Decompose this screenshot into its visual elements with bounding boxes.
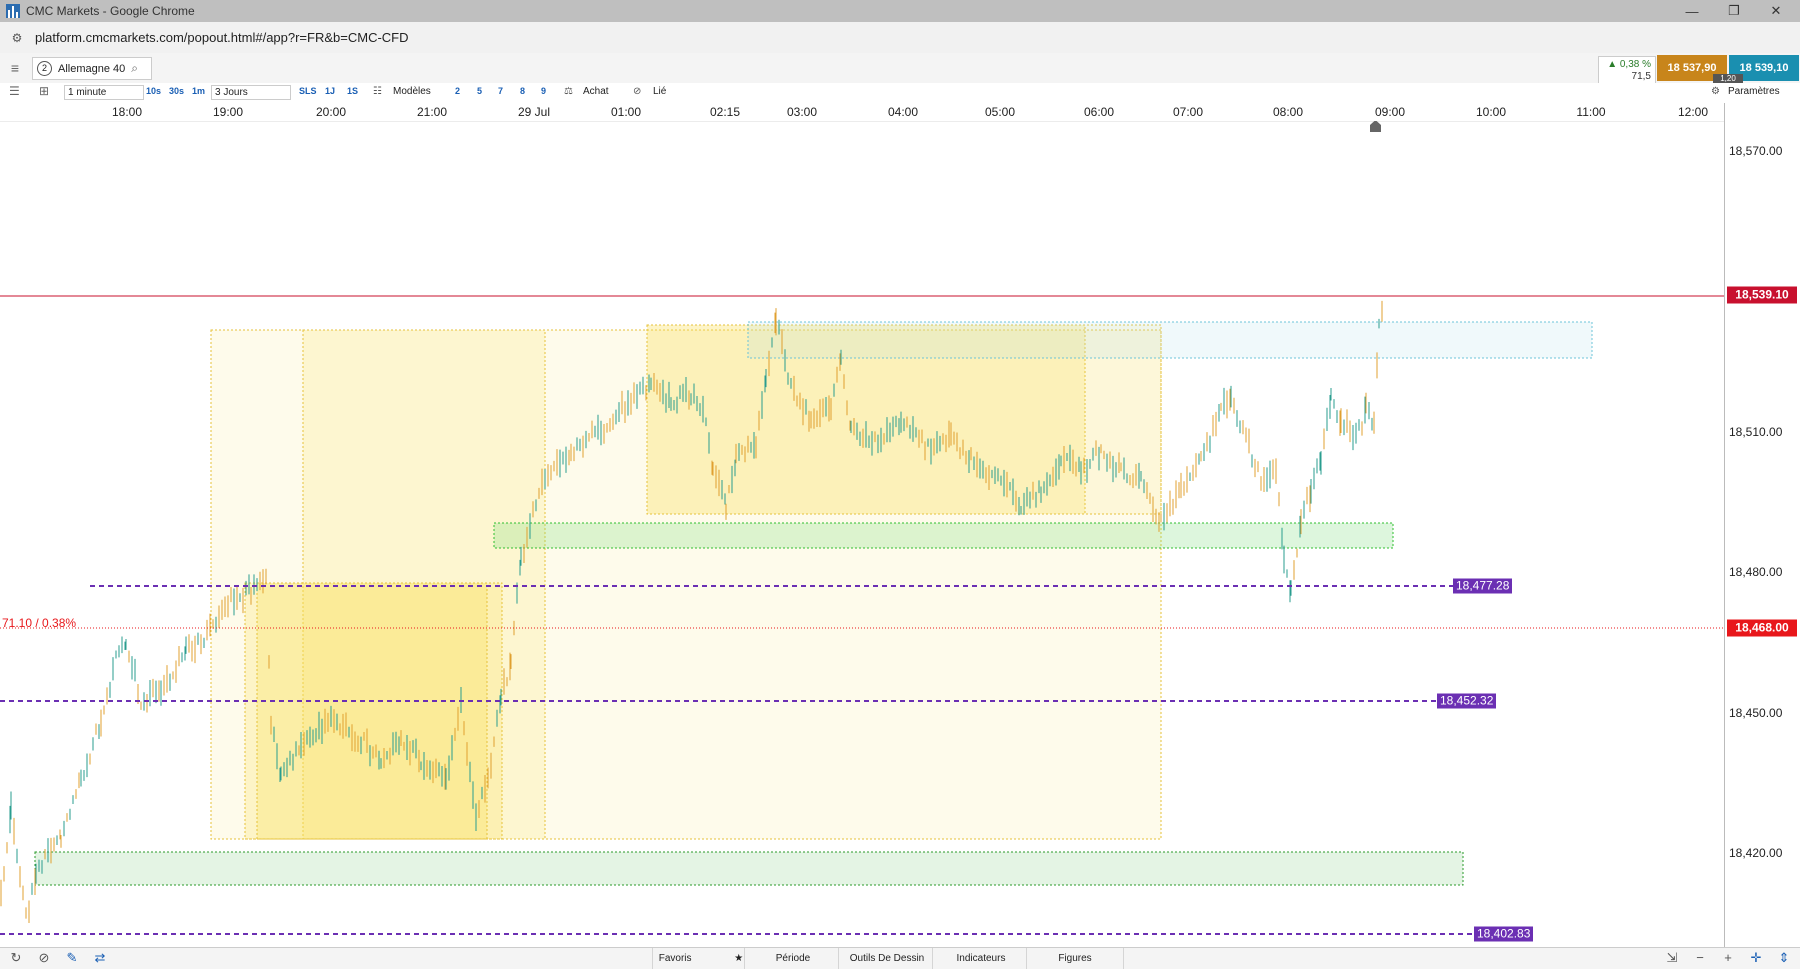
time-label: 01:00: [610, 105, 642, 119]
refresh-icon[interactable]: ↻: [8, 950, 24, 966]
crosshair-icon[interactable]: ✛: [1748, 950, 1764, 966]
list-icon[interactable]: ☰: [9, 84, 20, 98]
preset-7-button[interactable]: 7: [498, 86, 503, 96]
time-label: 10:00: [1475, 105, 1507, 119]
link-icon[interactable]: ⊘: [633, 86, 641, 97]
time-label: 09:00: [1374, 105, 1406, 119]
time-label: 12:00: [1677, 105, 1709, 119]
window-title: CMC Markets - Google Chrome: [26, 4, 195, 18]
instrument-selector[interactable]: 2 Allemagne 40 ⌕: [32, 57, 152, 80]
bottom-toolbar: ↻ ⊘ ✎ ⇄ Favoris ★ Période Outils De Dess…: [0, 947, 1800, 969]
blue-zone[interactable]: [747, 321, 1593, 359]
linked-button[interactable]: Lié: [653, 86, 666, 97]
close-icon[interactable]: ✕: [1756, 0, 1796, 22]
instrument-name: Allemagne 40: [58, 62, 126, 75]
browser-titlebar: CMC Markets - Google Chrome — ❐ ✕: [0, 0, 1800, 22]
layout-icon[interactable]: ⊞: [39, 84, 49, 98]
preset-5-button[interactable]: 5: [477, 86, 482, 96]
time-marker-icon[interactable]: [1370, 121, 1381, 132]
time-label: 06:00: [1083, 105, 1115, 119]
fit-icon[interactable]: ⇲: [1664, 950, 1680, 966]
price-tick: 18,420.00: [1729, 846, 1783, 860]
pencil-icon[interactable]: ✎: [64, 950, 80, 966]
tf-1s-button[interactable]: 1S: [347, 86, 358, 96]
yellow-zone[interactable]: [256, 582, 488, 840]
time-label: 08:00: [1272, 105, 1304, 119]
time-label: 02:15: [709, 105, 741, 119]
star-icon: ★: [734, 953, 744, 964]
preset-9-button[interactable]: 9: [541, 86, 546, 96]
price-tick: 18,570.00: [1729, 144, 1783, 158]
change-points: 71,5: [1631, 71, 1651, 82]
green-zone-lower[interactable]: [34, 851, 1464, 886]
arrows-icon[interactable]: ⇄: [92, 950, 108, 966]
spread-badge: 1,20: [1713, 74, 1743, 83]
time-label: 05:00: [984, 105, 1016, 119]
time-label: 29 Jul: [517, 105, 551, 119]
price-tick: 18,450.00: [1729, 706, 1783, 720]
level-label-2[interactable]: 18,452.32: [1437, 693, 1497, 709]
figures-tab[interactable]: Figures: [1026, 948, 1124, 969]
period-tab[interactable]: Période: [744, 948, 841, 969]
menu-icon[interactable]: ≡: [6, 59, 24, 77]
current-price-tag: 18,539.10: [1727, 286, 1797, 304]
tf-1m-button[interactable]: 1m: [192, 86, 205, 96]
settings-button[interactable]: Paramètres: [1728, 86, 1780, 97]
time-label: 04:00: [887, 105, 919, 119]
sls-button[interactable]: SLS: [299, 86, 317, 96]
cancel-icon[interactable]: ⊘: [36, 950, 52, 966]
tf-30s-button[interactable]: 30s: [169, 86, 184, 96]
time-label: 21:00: [416, 105, 448, 119]
time-label: 07:00: [1172, 105, 1204, 119]
time-label: 19:00: [212, 105, 244, 119]
templates-button[interactable]: Modèles: [393, 86, 431, 97]
expand-icon[interactable]: ⇕: [1776, 950, 1792, 966]
favorites-tab[interactable]: Favoris ★: [652, 948, 749, 969]
favorites-label: Favoris: [658, 953, 692, 964]
price-chart[interactable]: [0, 121, 1724, 947]
templates-icon[interactable]: ☷: [373, 86, 382, 97]
tf-1j-button[interactable]: 1J: [325, 86, 335, 96]
price-tick: 18,480.00: [1729, 565, 1783, 579]
price-axis[interactable]: 18,570.00 18,510.00 18,480.00 18,450.00 …: [1724, 103, 1800, 947]
address-bar: ⚙ platform.cmcmarkets.com/popout.html#/a…: [0, 22, 1800, 54]
preset-2-button[interactable]: 2: [455, 86, 460, 96]
time-axis: 18:00 19:00 20:00 21:00 29 Jul 01:00 02:15 03:0…: [0, 103, 1724, 122]
time-label: 11:00: [1576, 105, 1606, 119]
ref-price-tag: 18,468.00: [1727, 619, 1797, 637]
zoom-in-icon[interactable]: +: [1720, 950, 1736, 966]
price-tick: 18,510.00: [1729, 425, 1783, 439]
zoom-out-icon[interactable]: −: [1692, 950, 1708, 966]
time-label: 03:00: [786, 105, 818, 119]
scale-icon[interactable]: ⚖: [564, 86, 573, 97]
chart-toolbar: ☰ ⊞ 1 minute 10s 30s 1m 3 Jours SLS 1J 1…: [0, 83, 1800, 104]
time-label: 20:00: [315, 105, 347, 119]
buy-button[interactable]: Achat: [583, 86, 609, 97]
change-box: ▲ 0,38 % 71,5: [1598, 56, 1656, 84]
minimize-icon[interactable]: —: [1672, 0, 1712, 22]
url-text[interactable]: platform.cmcmarkets.com/popout.html#/app…: [35, 30, 409, 45]
instrument-bar: ≡ 2 Allemagne 40 ⌕ ▲ 0,38 % 71,5 18 537,…: [0, 53, 1800, 84]
instrument-index: 2: [37, 61, 52, 76]
ref-change-label: 71.10 / 0.38%: [2, 616, 77, 630]
cmc-app-icon: [6, 4, 20, 18]
green-zone-upper[interactable]: [493, 522, 1394, 549]
preset-8-button[interactable]: 8: [520, 86, 525, 96]
level-label-1[interactable]: 18,477.28: [1453, 578, 1513, 594]
drawing-tools-tab[interactable]: Outils De Dessin: [838, 948, 935, 969]
level-label-3[interactable]: 18,402.83: [1474, 926, 1534, 942]
tf-10s-button[interactable]: 10s: [146, 86, 161, 96]
search-icon[interactable]: ⌕: [131, 61, 138, 76]
site-settings-icon[interactable]: ⚙: [9, 30, 25, 46]
indicators-tab[interactable]: Indicateurs: [932, 948, 1029, 969]
restore-icon[interactable]: ❐: [1714, 0, 1754, 22]
settings-icon[interactable]: ⚙: [1711, 86, 1720, 97]
change-percent: ▲ 0,38 %: [1607, 59, 1651, 70]
interval-selector[interactable]: 1 minute: [64, 85, 144, 100]
time-label: 18:00: [111, 105, 143, 119]
range-selector[interactable]: 3 Jours: [211, 85, 291, 100]
